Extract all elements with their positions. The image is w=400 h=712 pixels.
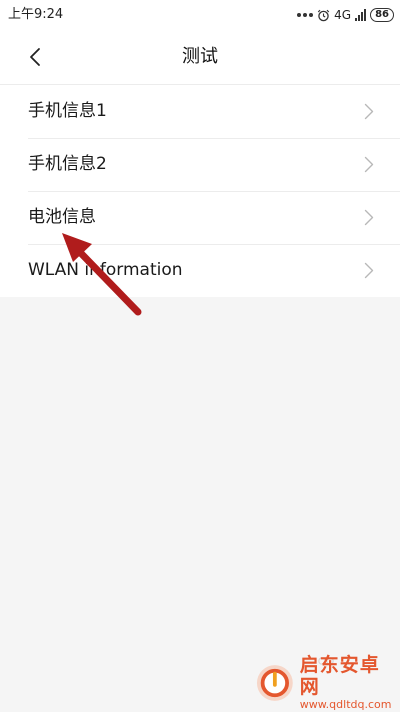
signal-strength-icon bbox=[355, 9, 367, 21]
battery-level: 86 bbox=[370, 8, 394, 22]
watermark-name: 启东安卓网 bbox=[299, 654, 380, 698]
watermark-logo-icon bbox=[256, 665, 293, 701]
network-type-label: 4G bbox=[334, 8, 352, 22]
list-item-battery-info[interactable]: 电池信息 bbox=[0, 191, 400, 244]
list-item-phone-info-1[interactable]: 手机信息1 bbox=[0, 85, 400, 138]
list-item-phone-info-2[interactable]: 手机信息2 bbox=[0, 138, 400, 191]
chevron-right-icon bbox=[364, 103, 374, 120]
chevron-right-icon bbox=[364, 209, 374, 226]
chevron-left-icon bbox=[30, 48, 40, 66]
more-dots-icon bbox=[297, 13, 314, 17]
settings-list: 手机信息1 手机信息2 电池信息 WLAN information bbox=[0, 84, 400, 297]
list-item-label: 手机信息2 bbox=[28, 154, 107, 174]
status-bar: 上午9:24 4G 86 bbox=[0, 0, 400, 30]
list-item-label: 手机信息1 bbox=[28, 101, 107, 121]
top-app-bar: 测试 bbox=[0, 30, 400, 84]
page-title: 测试 bbox=[182, 46, 218, 67]
watermark-url: www.qdltdq.com bbox=[299, 698, 392, 711]
status-icons: 4G 86 bbox=[297, 5, 394, 25]
chevron-right-icon bbox=[364, 156, 374, 173]
status-time: 上午9:24 bbox=[8, 7, 64, 22]
back-button[interactable] bbox=[18, 40, 52, 74]
chevron-right-icon bbox=[364, 262, 374, 279]
list-item-label: 电池信息 bbox=[28, 207, 96, 227]
watermark: 启东安卓网 www.qdltdq.com bbox=[256, 654, 394, 711]
list-item-wlan-information[interactable]: WLAN information bbox=[0, 244, 400, 297]
alarm-clock-icon bbox=[317, 9, 330, 21]
list-item-label: WLAN information bbox=[28, 260, 183, 280]
